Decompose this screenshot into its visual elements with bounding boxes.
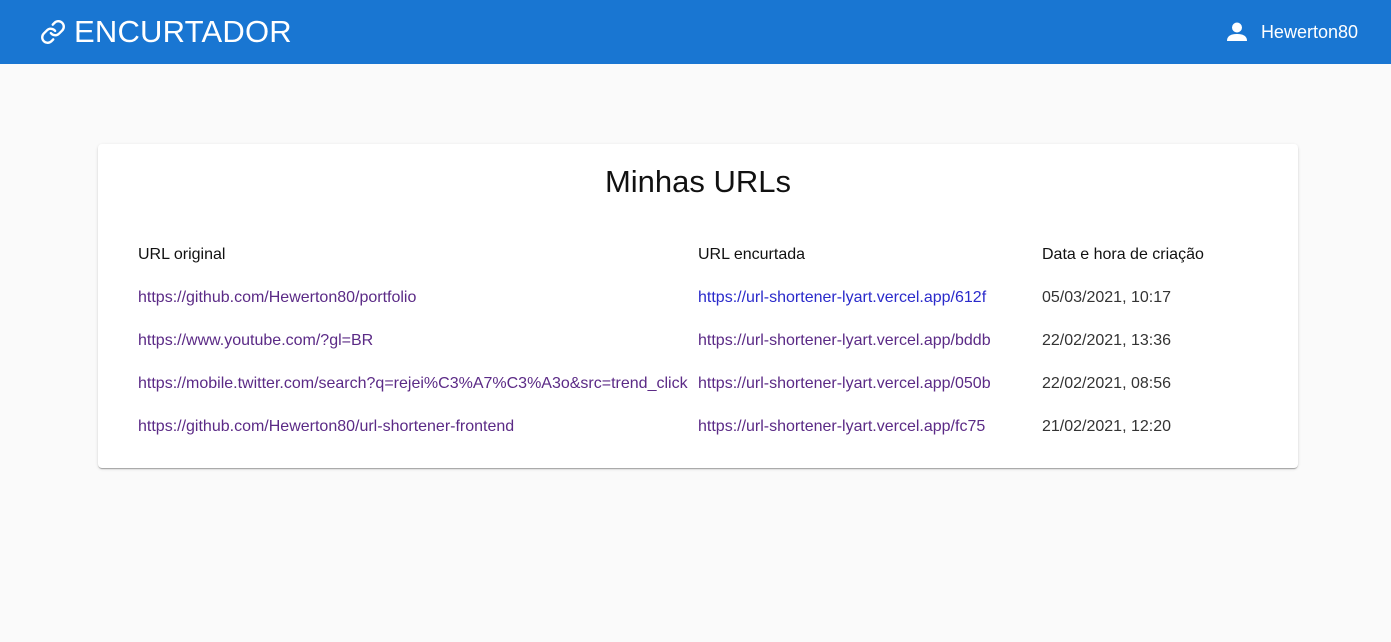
created-date: 05/03/2021, 10:17 xyxy=(1042,289,1172,306)
app-bar: ENCURTADOR Hewerton80 xyxy=(0,0,1391,64)
link-icon xyxy=(40,19,66,45)
urls-card: Minhas URLs URL original URL encurtada D… xyxy=(98,144,1298,468)
table-row: https://github.com/Hewerton80/url-shorte… xyxy=(138,406,1258,449)
created-date: 22/02/2021, 13:36 xyxy=(1042,332,1172,349)
created-date: 21/02/2021, 12:20 xyxy=(1042,418,1172,435)
column-header-short: URL encurtada xyxy=(698,246,806,263)
original-url-link[interactable]: https://github.com/Hewerton80/portfolio xyxy=(138,289,416,306)
short-url-link[interactable]: https://url-shortener-lyart.vercel.app/b… xyxy=(698,332,991,349)
table-header-row: URL original URL encurtada Data e hora d… xyxy=(138,234,1258,277)
user-icon xyxy=(1226,22,1247,42)
username: Hewerton80 xyxy=(1260,21,1358,42)
short-url-link[interactable]: https://url-shortener-lyart.vercel.app/f… xyxy=(698,418,985,435)
page-title: Minhas URLs xyxy=(604,164,792,199)
column-header-original: URL original xyxy=(138,246,226,263)
app-title: ENCURTADOR xyxy=(74,14,292,49)
original-url-link[interactable]: https://www.youtube.com/?gl=BR xyxy=(138,332,373,349)
table-row: https://www.youtube.com/?gl=BR https://u… xyxy=(138,320,1258,363)
short-url-link[interactable]: https://url-shortener-lyart.vercel.app/6… xyxy=(698,289,986,306)
created-date: 22/02/2021, 08:56 xyxy=(1042,375,1172,392)
original-url-link[interactable]: https://github.com/Hewerton80/url-shorte… xyxy=(138,418,514,435)
table-row: https://mobile.twitter.com/search?q=reje… xyxy=(138,363,1258,406)
table-row: https://github.com/Hewerton80/portfolio … xyxy=(138,277,1258,320)
column-header-created: Data e hora de criação xyxy=(1042,246,1204,263)
original-url-link[interactable]: https://mobile.twitter.com/search?q=reje… xyxy=(138,375,688,392)
brand-home-link[interactable]: ENCURTADOR xyxy=(40,12,292,52)
short-url-link[interactable]: https://url-shortener-lyart.vercel.app/0… xyxy=(698,375,991,392)
user-menu[interactable]: Hewerton80 xyxy=(1226,18,1358,46)
urls-table: URL original URL encurtada Data e hora d… xyxy=(138,234,1258,449)
